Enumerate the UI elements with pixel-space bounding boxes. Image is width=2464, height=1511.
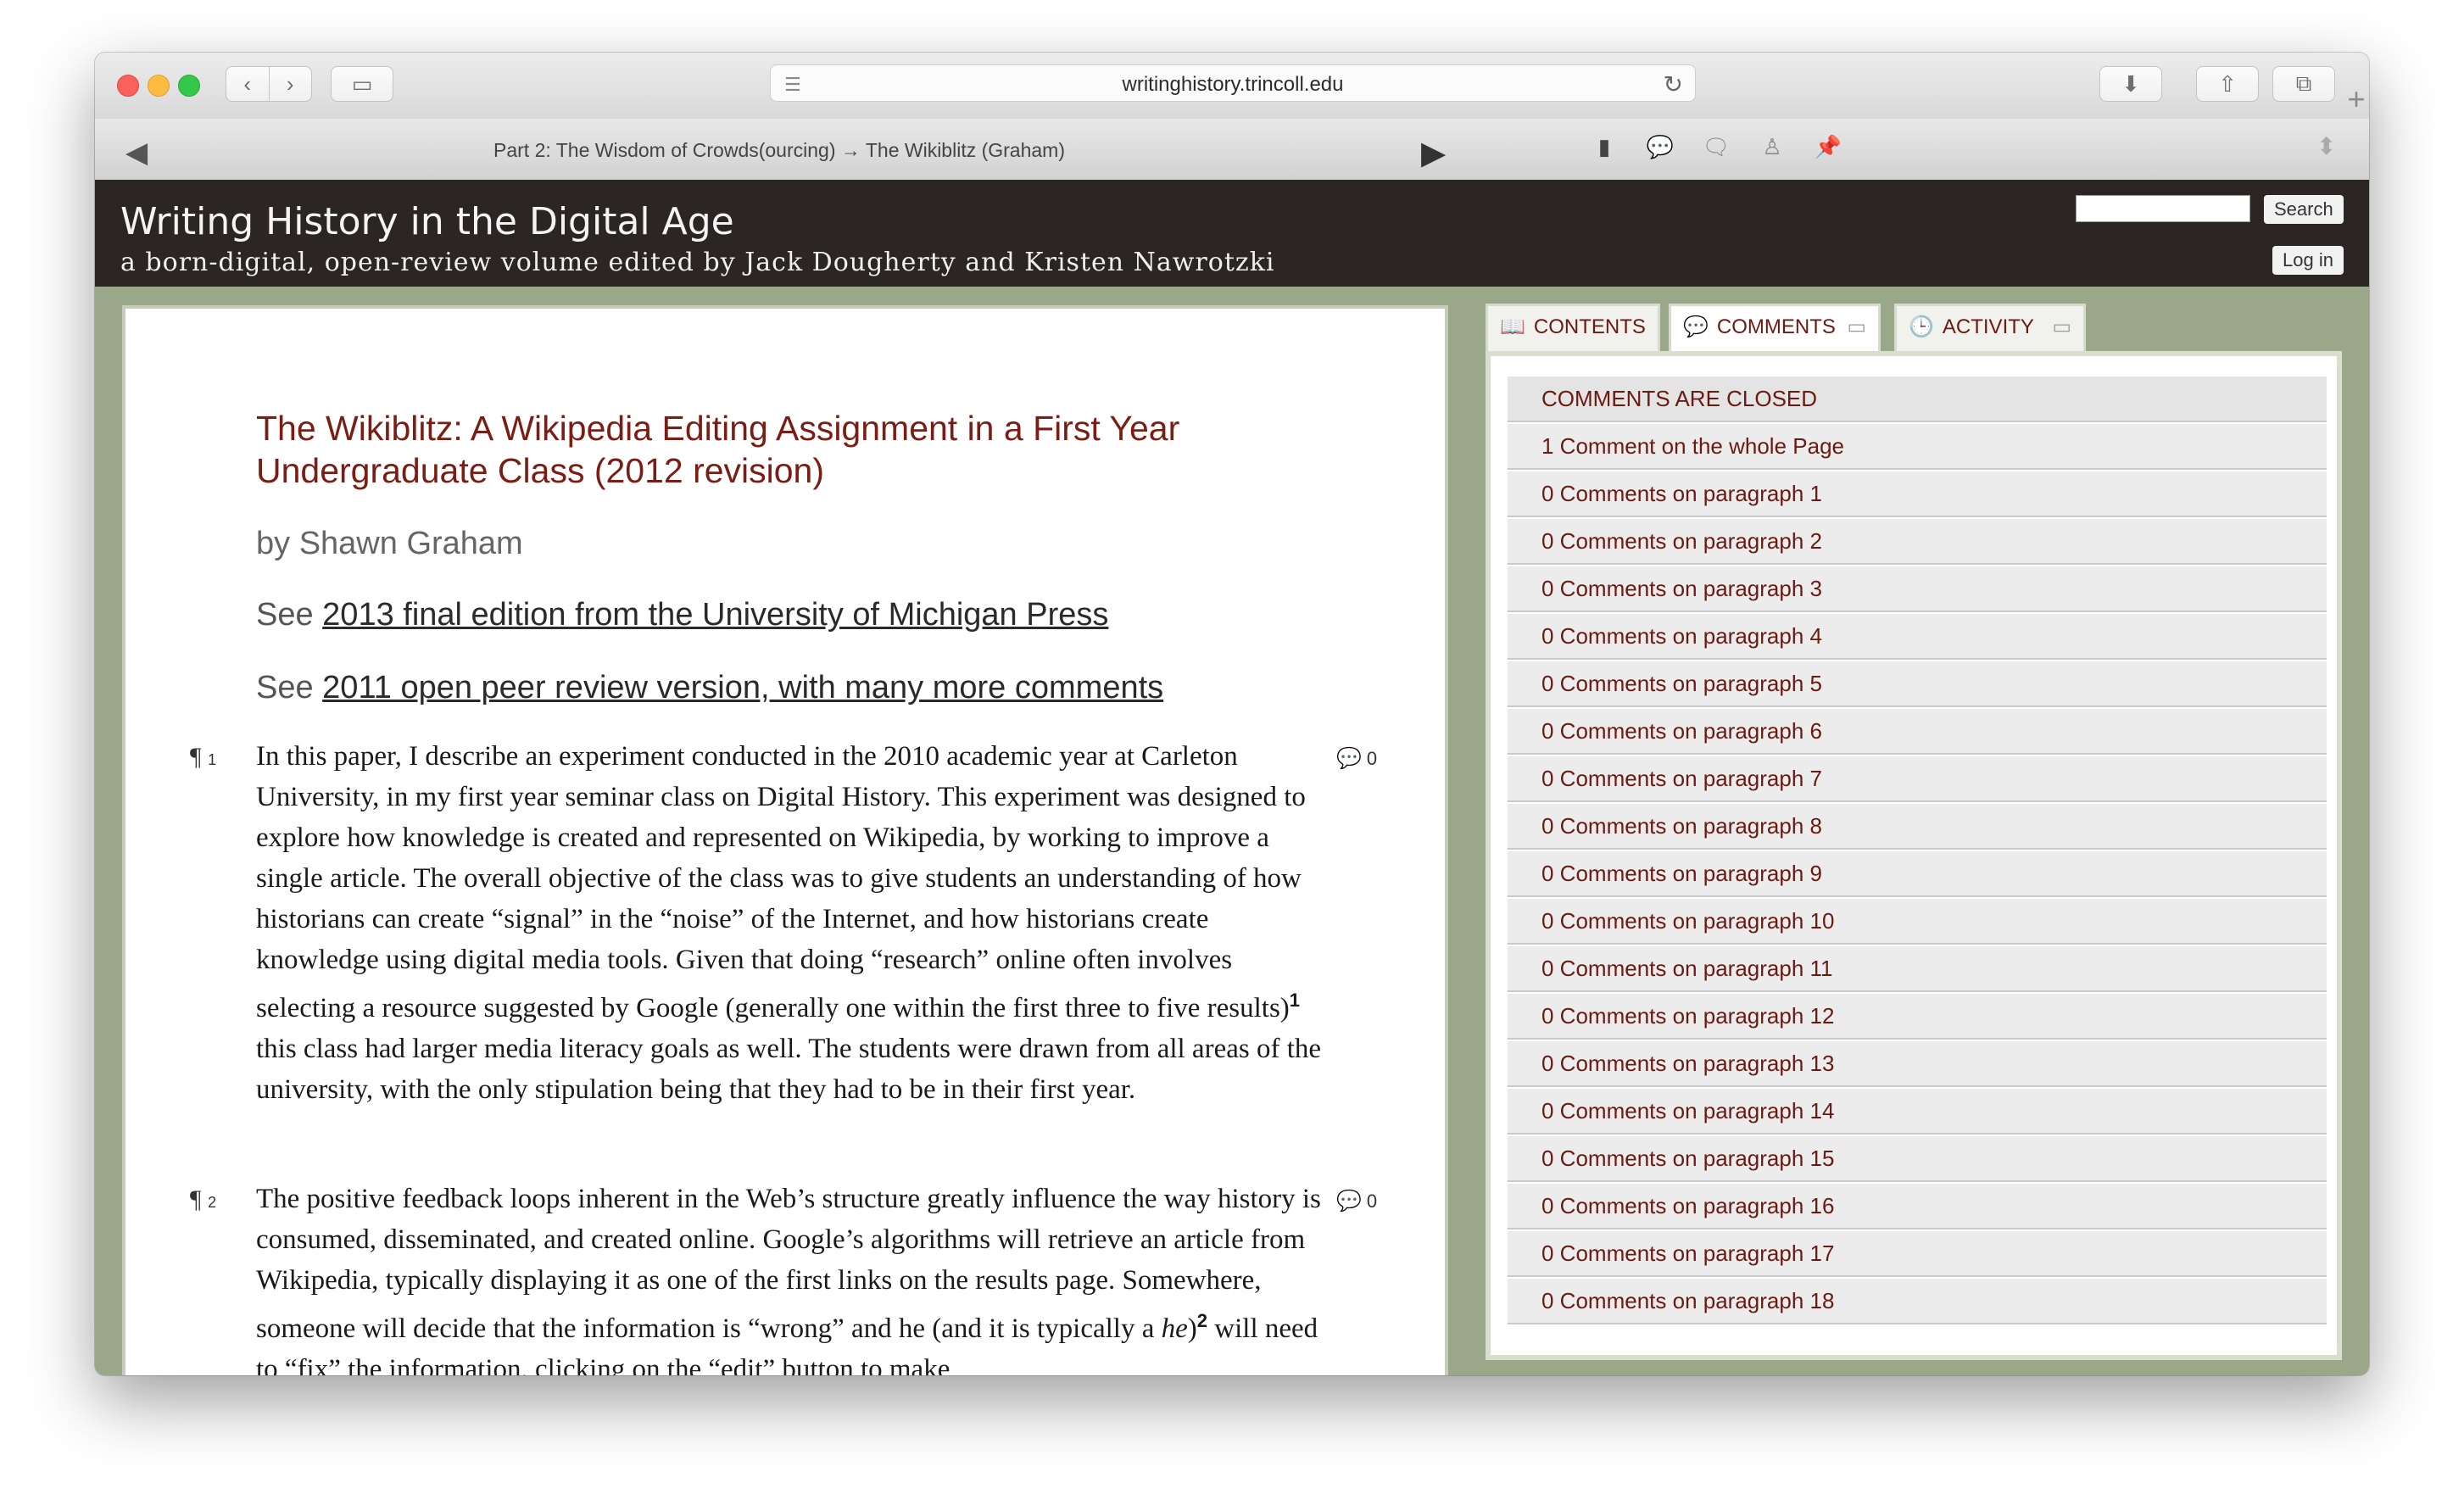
open-review-link[interactable]: 2011 open peer review version, with many… bbox=[322, 670, 1163, 705]
paragraph-comments-row[interactable]: 0 Comments on paragraph 11 bbox=[1508, 946, 2327, 992]
tab-label: CONTENTS bbox=[1533, 315, 1646, 338]
breadcrumb: Part 2: The Wisdom of Crowds(ourcing) → … bbox=[493, 139, 1065, 161]
see-edition-line: See 2013 final edition from the Universi… bbox=[256, 597, 1108, 633]
login-button[interactable]: Log in bbox=[2272, 246, 2344, 275]
paragraph-number: 2 bbox=[208, 1194, 217, 1211]
paragraph-comments-row[interactable]: 0 Comments on paragraph 8 bbox=[1508, 804, 2327, 850]
see-review-line: See 2011 open peer review version, with … bbox=[256, 670, 1163, 706]
previous-page-icon[interactable]: ◀ bbox=[125, 136, 148, 170]
footnote-link[interactable]: 1 bbox=[1290, 990, 1300, 1011]
download-icon: ⬇ bbox=[2121, 70, 2140, 97]
minimize-icon[interactable]: ▭ bbox=[2052, 306, 2071, 348]
comment-count-value: 0 bbox=[1366, 1190, 1378, 1212]
paragraph-marker[interactable]: ¶ 2 bbox=[190, 1185, 216, 1214]
paragraph-comments-row[interactable]: 0 Comments on paragraph 1 bbox=[1508, 471, 2327, 517]
address-bar[interactable]: ☰ writinghistory.trincoll.edu ↻ bbox=[770, 64, 1696, 102]
paragraph-text-b: ) bbox=[1187, 1313, 1197, 1344]
downloads-button[interactable]: ⬇ bbox=[2099, 66, 2162, 102]
sidebar-icon: ▭ bbox=[351, 70, 373, 97]
see-prefix: See bbox=[256, 670, 323, 705]
paragraph-text-a: In this paper, I describe an experiment … bbox=[256, 741, 1306, 1023]
paragraph-comments-row[interactable]: 0 Comments on paragraph 5 bbox=[1508, 661, 2327, 707]
chevron-left-icon[interactable]: ‹ bbox=[226, 71, 269, 98]
tabs-icon: ⧉ bbox=[2295, 70, 2312, 96]
book-icon[interactable]: ▮ bbox=[1587, 134, 1621, 164]
paragraph-text: The positive feedback loops inherent in … bbox=[256, 1179, 1324, 1375]
tab-contents[interactable]: 📖 CONTENTS bbox=[1486, 304, 1660, 351]
next-page-icon[interactable]: ▶ bbox=[1421, 134, 1446, 172]
site-title[interactable]: Writing History in the Digital Age bbox=[120, 200, 734, 243]
commentpress-nav-bar: ◀ Part 2: The Wisdom of Crowds(ourcing) … bbox=[95, 119, 2369, 181]
paragraph-comments-row[interactable]: 0 Comments on paragraph 3 bbox=[1508, 566, 2327, 612]
paragraph-comments-row[interactable]: 0 Comments on paragraph 16 bbox=[1508, 1184, 2327, 1229]
back-forward-control: ‹ › bbox=[226, 66, 312, 102]
comment-bubble-icon: 💬 bbox=[1336, 747, 1362, 770]
footnote-link[interactable]: 2 bbox=[1197, 1310, 1207, 1331]
paragraph-comments-row[interactable]: 0 Comments on paragraph 2 bbox=[1508, 519, 2327, 565]
page-comments-row[interactable]: 1 Comment on the whole Page bbox=[1508, 424, 2327, 470]
article-panel: The Wikiblitz: A Wikipedia Editing Assig… bbox=[125, 309, 1445, 1375]
comment-bubble-icon: 💬 bbox=[1336, 1190, 1362, 1213]
article-title: The Wikiblitz: A Wikipedia Editing Assig… bbox=[256, 409, 1180, 490]
paragraph-comments-row[interactable]: 0 Comments on paragraph 15 bbox=[1508, 1136, 2327, 1182]
paragraph-comment-count[interactable]: 💬 0 bbox=[1336, 746, 1377, 771]
paragraph-number: 1 bbox=[208, 751, 217, 768]
tab-label: COMMENTS bbox=[1716, 315, 1836, 338]
browser-toolbar: ‹ › ▭ ☰ writinghistory.trincoll.edu ↻ ⬇ … bbox=[95, 53, 2369, 120]
tab-label: ACTIVITY bbox=[1942, 315, 2034, 338]
site-header: Writing History in the Digital Age a bor… bbox=[95, 180, 2369, 287]
site-subtitle: a born-digital, open-review volume edite… bbox=[120, 248, 1275, 277]
comment-icon: 💬 bbox=[1683, 315, 1709, 338]
final-edition-link[interactable]: 2013 final edition from the University o… bbox=[322, 597, 1108, 633]
paragraph-comments-row[interactable]: 0 Comments on paragraph 4 bbox=[1508, 614, 2327, 660]
paragraph-text: In this paper, I describe an experiment … bbox=[256, 736, 1324, 1110]
book-icon: 📖 bbox=[1500, 315, 1525, 338]
comment-icon[interactable]: 💬 bbox=[1643, 134, 1677, 164]
chevron-right-icon[interactable]: › bbox=[270, 71, 312, 98]
zoom-window-button[interactable] bbox=[178, 75, 200, 97]
paragraph-comments-row[interactable]: 0 Comments on paragraph 13 bbox=[1508, 1041, 2327, 1087]
paragraph-comments-row[interactable]: 0 Comments on paragraph 14 bbox=[1508, 1089, 2327, 1135]
paragraph-marker[interactable]: ¶ 1 bbox=[190, 743, 216, 772]
sidebar-toggle-button[interactable]: ▭ bbox=[331, 66, 393, 102]
pin-icon[interactable]: 📌 bbox=[1811, 134, 1845, 164]
new-tab-button[interactable]: + bbox=[2344, 81, 2369, 119]
share-button[interactable]: ⇧ bbox=[2196, 66, 2259, 102]
comments-closed-notice: COMMENTS ARE CLOSED bbox=[1508, 376, 2327, 422]
paragraph-comments-row[interactable]: 0 Comments on paragraph 7 bbox=[1508, 756, 2327, 802]
paragraph-comments-row[interactable]: 0 Comments on paragraph 10 bbox=[1508, 899, 2327, 945]
paragraph-comments-row[interactable]: 0 Comments on paragraph 12 bbox=[1508, 994, 2327, 1040]
share-icon: ⇧ bbox=[2218, 70, 2237, 97]
minimize-window-button[interactable] bbox=[148, 75, 170, 97]
comment-count-value: 0 bbox=[1366, 748, 1378, 769]
see-prefix: See bbox=[256, 597, 323, 633]
minimize-icon[interactable]: ▭ bbox=[1847, 306, 1866, 348]
close-window-button[interactable] bbox=[117, 75, 139, 97]
browser-window: ‹ › ▭ ☰ writinghistory.trincoll.edu ↻ ⬇ … bbox=[95, 53, 2369, 1375]
comments-icon[interactable]: 🗨 bbox=[1699, 134, 1733, 164]
show-tabs-button[interactable]: ⧉ bbox=[2272, 66, 2335, 102]
clock-icon: 🕒 bbox=[1909, 315, 1934, 338]
paragraph-emphasis: he bbox=[1161, 1313, 1188, 1344]
paragraph-comment-count[interactable]: 💬 0 bbox=[1336, 1189, 1377, 1213]
paragraph-comments-row[interactable]: 0 Comments on paragraph 17 bbox=[1508, 1231, 2327, 1277]
user-icon[interactable]: ♙ bbox=[1755, 134, 1789, 164]
paragraph-text-b: this class had larger media literacy goa… bbox=[256, 1034, 1322, 1105]
comments-panel: COMMENTS ARE CLOSED 1 Comment on the whol… bbox=[1486, 351, 2342, 1360]
search-input[interactable] bbox=[2076, 195, 2250, 222]
article-byline: by Shawn Graham bbox=[256, 526, 523, 561]
paragraph-comments-row[interactable]: 0 Comments on paragraph 9 bbox=[1508, 851, 2327, 897]
paragraph-comments-row[interactable]: 0 Comments on paragraph 18 bbox=[1508, 1279, 2327, 1324]
tab-comments[interactable]: 💬 COMMENTS ▭ bbox=[1669, 304, 1881, 351]
tab-activity[interactable]: 🕒 ACTIVITY ▭ bbox=[1894, 304, 2086, 351]
scroll-arrows-icon[interactable]: ⬍ bbox=[2316, 132, 2336, 160]
paragraph-comments-row[interactable]: 0 Comments on paragraph 6 bbox=[1508, 709, 2327, 755]
reload-icon[interactable]: ↻ bbox=[1664, 70, 1683, 98]
url-text: writinghistory.trincoll.edu bbox=[1122, 73, 1344, 96]
search-button[interactable]: Search bbox=[2264, 195, 2344, 224]
